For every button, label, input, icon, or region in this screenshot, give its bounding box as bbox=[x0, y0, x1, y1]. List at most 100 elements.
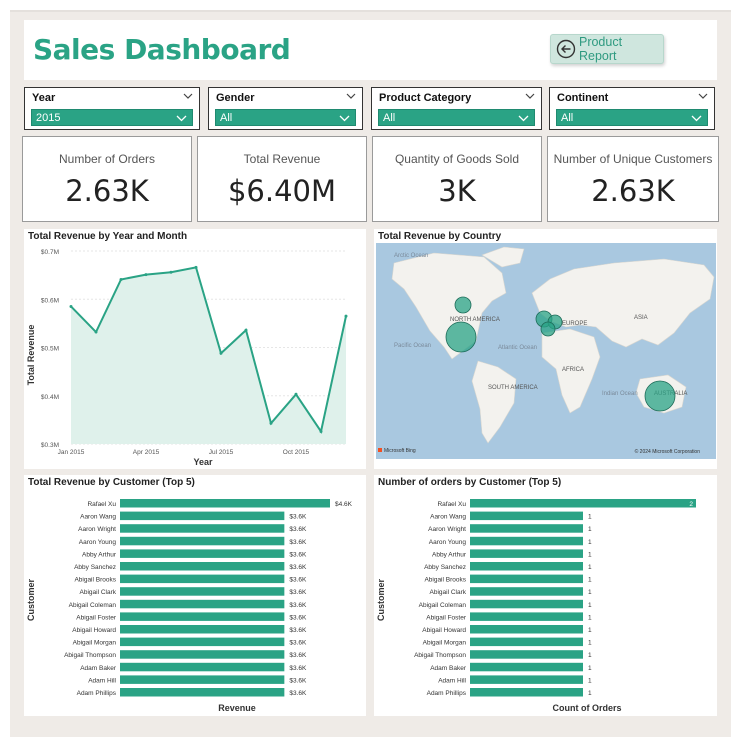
slicer-category-dropdown[interactable]: All bbox=[378, 109, 535, 126]
data-point[interactable] bbox=[319, 429, 323, 433]
bar[interactable] bbox=[470, 511, 583, 521]
product-report-button[interactable]: Product Report bbox=[550, 34, 664, 64]
chevron-down-icon[interactable] bbox=[698, 91, 708, 101]
data-label: 1 bbox=[588, 614, 592, 621]
bar[interactable] bbox=[120, 625, 285, 634]
category-label: Abigail Thompson bbox=[414, 652, 466, 659]
data-point[interactable] bbox=[144, 273, 148, 277]
data-label: $3.6K bbox=[289, 627, 307, 634]
category-label: Aaron Wright bbox=[78, 526, 116, 533]
data-label: 2 bbox=[689, 501, 693, 508]
slicer-gender-dropdown[interactable]: All bbox=[215, 109, 356, 126]
data-label: $3.6K bbox=[289, 677, 307, 684]
bar[interactable] bbox=[470, 675, 583, 684]
bar[interactable] bbox=[470, 688, 583, 697]
bar[interactable] bbox=[470, 599, 583, 609]
chevron-down-icon[interactable] bbox=[346, 91, 356, 101]
bar[interactable] bbox=[120, 612, 285, 621]
chevron-down-icon[interactable] bbox=[525, 91, 535, 101]
bar[interactable] bbox=[120, 662, 285, 672]
kpi-value: 2.63K bbox=[591, 174, 675, 208]
slicer-continent[interactable]: Continent All bbox=[549, 87, 715, 130]
bar[interactable] bbox=[120, 511, 285, 521]
bar[interactable] bbox=[120, 675, 285, 684]
data-point[interactable] bbox=[269, 421, 273, 425]
kpi-card-orders: Number of Orders 2.63K bbox=[22, 136, 192, 222]
slicer-continent-dropdown[interactable]: All bbox=[556, 109, 708, 126]
bar[interactable] bbox=[120, 688, 285, 697]
bar[interactable] bbox=[120, 599, 285, 609]
slicer-gender[interactable]: Gender All bbox=[208, 87, 363, 130]
chevron-down-icon bbox=[518, 115, 529, 122]
x-axis-title: Count of Orders bbox=[553, 703, 622, 713]
kpi-label: Total Revenue bbox=[243, 152, 321, 166]
data-label: 1 bbox=[588, 526, 592, 533]
bubble-australia[interactable] bbox=[644, 380, 676, 412]
category-label: Abigail Morgan bbox=[423, 640, 467, 647]
category-label: Abigail Morgan bbox=[73, 640, 117, 647]
bar[interactable] bbox=[470, 637, 583, 647]
slicer-year-dropdown[interactable]: 2015 bbox=[31, 109, 193, 126]
slicer-continent-label: Continent bbox=[557, 92, 609, 104]
chevron-down-icon[interactable] bbox=[183, 91, 193, 101]
data-label: 1 bbox=[588, 564, 592, 571]
data-point[interactable] bbox=[344, 314, 348, 318]
data-label: $3.6K bbox=[289, 577, 307, 584]
bar[interactable] bbox=[120, 650, 285, 659]
slicer-category-value: All bbox=[383, 112, 396, 124]
bar[interactable] bbox=[470, 625, 583, 634]
bar[interactable] bbox=[120, 524, 285, 533]
data-point[interactable] bbox=[169, 270, 173, 274]
bar[interactable] bbox=[120, 637, 285, 647]
bar[interactable] bbox=[470, 549, 583, 558]
data-label: 1 bbox=[588, 640, 592, 647]
bar[interactable] bbox=[470, 536, 583, 546]
revenue-by-month-chart: Total Revenue by Year and Month $0.3M $0.… bbox=[24, 229, 366, 469]
data-label: $3.6K bbox=[289, 690, 307, 697]
bar[interactable] bbox=[120, 549, 285, 558]
bar[interactable] bbox=[120, 587, 285, 596]
data-point[interactable] bbox=[94, 330, 98, 334]
data-label: 1 bbox=[588, 551, 592, 558]
kpi-label: Number of Unique Customers bbox=[553, 152, 713, 166]
bar[interactable] bbox=[120, 562, 285, 571]
bar[interactable] bbox=[470, 574, 583, 584]
bubble-united-states[interactable] bbox=[445, 321, 477, 353]
bar[interactable] bbox=[470, 562, 583, 571]
category-label: Aaron Wang bbox=[80, 514, 116, 521]
slicer-year[interactable]: Year 2015 bbox=[24, 87, 200, 130]
bubble-canada[interactable] bbox=[454, 296, 472, 314]
bar[interactable] bbox=[470, 650, 583, 659]
bar[interactable] bbox=[120, 574, 285, 584]
x-tick-label: Apr 2015 bbox=[133, 449, 160, 456]
bar[interactable] bbox=[470, 612, 583, 621]
category-label: Abigail Brooks bbox=[74, 577, 116, 584]
data-point[interactable] bbox=[69, 304, 73, 308]
chevron-down-icon bbox=[176, 115, 187, 122]
data-point[interactable] bbox=[294, 392, 298, 396]
bar[interactable] bbox=[470, 662, 583, 672]
bar[interactable] bbox=[120, 499, 330, 508]
category-label: Aaron Young bbox=[429, 539, 467, 546]
data-label: $3.6K bbox=[289, 539, 307, 546]
data-label: $3.6K bbox=[289, 526, 307, 533]
bar[interactable] bbox=[470, 524, 583, 533]
map-svg[interactable]: Arctic Ocean NORTH AMERICA EUROPE ASIA P… bbox=[374, 229, 717, 469]
category-label: Adam Baker bbox=[80, 665, 117, 672]
x-axis-title: Revenue bbox=[218, 703, 256, 713]
data-point[interactable] bbox=[194, 265, 198, 269]
data-label: 1 bbox=[588, 589, 592, 596]
bar[interactable] bbox=[120, 536, 285, 546]
bubble-france[interactable] bbox=[540, 321, 556, 337]
y-tick-label: $0.7M bbox=[41, 249, 59, 256]
slicer-year-value: 2015 bbox=[36, 112, 61, 124]
data-point[interactable] bbox=[219, 351, 223, 355]
bar-chart-svg: Rafael Xu 2 Aaron Wang 1 Aaron Wright 1 Aaron … bbox=[376, 499, 696, 713]
bar[interactable] bbox=[470, 587, 583, 596]
data-point[interactable] bbox=[244, 328, 248, 332]
bar[interactable] bbox=[470, 499, 696, 508]
y-tick-label: $0.5M bbox=[41, 346, 59, 353]
back-arrow-icon bbox=[556, 39, 576, 59]
data-point[interactable] bbox=[119, 277, 123, 281]
slicer-product-category[interactable]: Product Category All bbox=[371, 87, 542, 130]
